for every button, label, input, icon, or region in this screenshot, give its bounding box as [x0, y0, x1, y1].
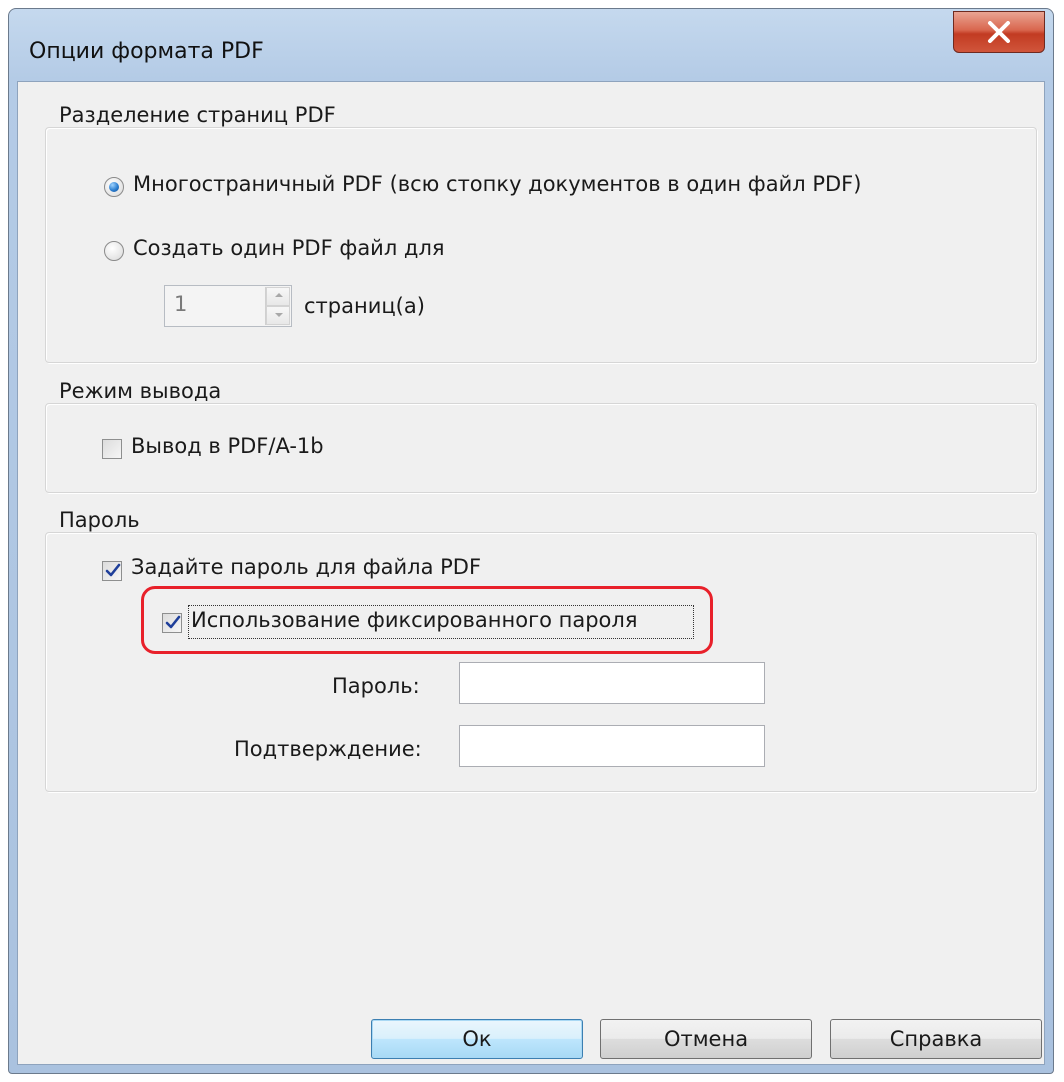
- window-title: Опции формата PDF: [29, 39, 264, 64]
- title-bar[interactable]: Опции формата PDF: [9, 9, 1053, 81]
- dialog-window: Опции формата PDF Разделение страниц PDF…: [8, 8, 1054, 1074]
- pdfa-checkbox-label[interactable]: Вывод в PDF/A-1b: [131, 434, 324, 458]
- pages-suffix-label: страниц(а): [304, 294, 425, 318]
- multipage-radio-label[interactable]: Многостраничный PDF (всю стопку документ…: [133, 172, 861, 196]
- single-file-radio[interactable]: [104, 241, 124, 261]
- close-icon: [988, 21, 1010, 43]
- close-button[interactable]: [953, 11, 1045, 53]
- pages-per-file-spinner[interactable]: 1: [164, 285, 292, 327]
- set-password-checkbox-label[interactable]: Задайте пароль для файла PDF: [131, 555, 481, 579]
- confirm-password-field[interactable]: [459, 725, 765, 767]
- pages-per-file-value: 1: [174, 292, 188, 316]
- fixed-password-checkbox-label[interactable]: Использование фиксированного пароля: [191, 608, 637, 632]
- password-field[interactable]: [459, 662, 765, 704]
- multipage-radio[interactable]: [104, 177, 124, 197]
- cancel-button[interactable]: Отмена: [600, 1019, 812, 1059]
- password-legend: Пароль: [55, 508, 144, 532]
- spin-up-icon[interactable]: [266, 287, 290, 306]
- spin-down-icon[interactable]: [266, 306, 290, 325]
- checkmark-icon: [165, 615, 181, 629]
- pdfa-checkbox[interactable]: [102, 439, 122, 459]
- checkmark-icon: [105, 563, 121, 577]
- dialog-client-area: Разделение страниц PDF Многостраничный P…: [17, 81, 1045, 1065]
- single-file-radio-label[interactable]: Создать один PDF файл для: [133, 236, 445, 260]
- confirm-field-label: Подтверждение:: [234, 737, 422, 761]
- set-password-checkbox[interactable]: [102, 561, 122, 581]
- output-mode-legend: Режим вывода: [55, 379, 226, 403]
- ok-button[interactable]: Ок: [371, 1019, 583, 1059]
- split-pages-legend: Разделение страниц PDF: [55, 103, 340, 127]
- help-button[interactable]: Справка: [830, 1019, 1042, 1059]
- fixed-password-checkbox[interactable]: [162, 613, 182, 633]
- password-field-label: Пароль:: [332, 674, 420, 698]
